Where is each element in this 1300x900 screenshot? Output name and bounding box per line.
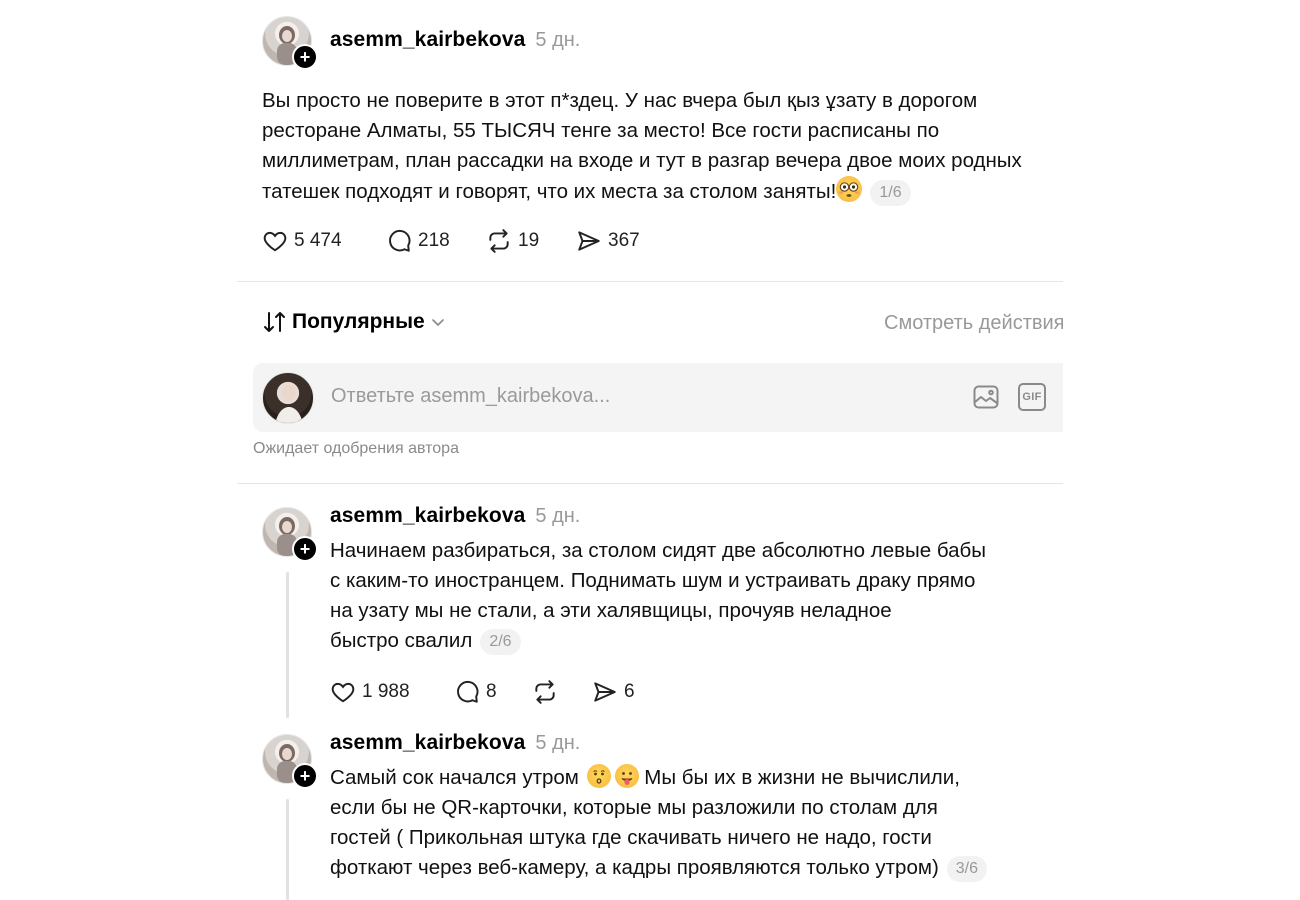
- post-header: asemm_kairbekova 5 дн.: [330, 28, 580, 52]
- sort-arrows-icon: [264, 312, 285, 332]
- comment-button[interactable]: 218: [386, 228, 486, 254]
- share-button[interactable]: 367: [576, 228, 640, 254]
- post-header: asemm_kairbekova 5 дн.: [330, 731, 580, 755]
- post-text-line: Начинаем разбираться, за столом сидят дв…: [330, 539, 986, 562]
- like-count: 1 988: [362, 681, 410, 702]
- thread-line: [286, 572, 289, 718]
- divider: [237, 281, 1063, 282]
- divider: [237, 483, 1063, 484]
- share-icon: [578, 231, 600, 251]
- post-header: asemm_kairbekova 5 дн.: [330, 504, 580, 528]
- post-text-line: на узату мы не стали, а эти халявщицы, п…: [330, 599, 892, 622]
- thread-counter: 3/6: [946, 855, 988, 882]
- gif-icon: GIF: [1022, 391, 1042, 403]
- user-avatar: [262, 372, 314, 424]
- sort-dropdown[interactable]: Популярные: [262, 310, 447, 334]
- heart-icon: [263, 231, 287, 252]
- post-actions: 5 474 218 19 367: [262, 228, 640, 254]
- follow-plus-icon[interactable]: +: [292, 44, 318, 70]
- post-text: Самый сок начался утром Мы бы их в жизни…: [330, 763, 1050, 883]
- attach-image-button[interactable]: [972, 383, 1000, 416]
- share-icon: [594, 682, 616, 702]
- post-actions: 1 988 8 6: [330, 679, 635, 705]
- flushed-emoji-icon: [836, 176, 863, 202]
- post-text-line: быстро свалил: [330, 629, 473, 652]
- reply-input[interactable]: Ответьте asemm_kairbekova...: [331, 385, 610, 408]
- thread-counter: 1/6: [870, 179, 911, 206]
- thread-line: [286, 799, 289, 900]
- post-text-line: фоткают через веб-камеру, а кадры проявл…: [330, 856, 939, 879]
- like-button[interactable]: 5 474: [262, 228, 386, 254]
- post-1: + asemm_kairbekova 5 дн. Вы просто не пов…: [0, 0, 1300, 280]
- post-text: Вы просто не поверите в этот п*здец. У н…: [262, 86, 1062, 207]
- repost-icon: [489, 229, 509, 253]
- kissing-emoji-icon: [586, 764, 611, 788]
- share-button[interactable]: 6: [592, 679, 635, 705]
- thread-counter: 2/6: [480, 628, 521, 655]
- like-count: 5 474: [294, 230, 342, 251]
- comment-count: 8: [486, 681, 497, 702]
- tongue-emoji-icon: [614, 764, 639, 788]
- post-text-line: гостей ( Прикольная штука где скачивать …: [330, 826, 932, 849]
- reply-composer[interactable]: Ответьте asemm_kairbekova... GIF: [253, 363, 1063, 432]
- comment-bubble-icon: [389, 229, 411, 252]
- post-time: 5 дн.: [535, 505, 581, 527]
- follow-plus-icon[interactable]: +: [292, 763, 318, 789]
- post-text-line: с каким-то иностранцем. Поднимать шум и …: [330, 569, 976, 592]
- gif-button[interactable]: GIF: [1018, 383, 1046, 411]
- share-count: 6: [624, 681, 635, 702]
- repost-button[interactable]: 19: [486, 228, 576, 254]
- share-count: 367: [608, 230, 640, 251]
- repost-button[interactable]: [532, 679, 592, 705]
- post-text-line: Мы бы их в жизни не вычислили,: [644, 766, 960, 789]
- username[interactable]: asemm_kairbekova: [330, 504, 525, 527]
- sort-label: Популярные: [292, 310, 425, 333]
- pending-approval-note: Ожидает одобрения автора: [253, 440, 459, 457]
- repost-icon: [535, 680, 555, 704]
- comment-bubble-icon: [457, 680, 479, 703]
- comment-count: 218: [418, 230, 450, 251]
- comment-button[interactable]: 8: [454, 679, 532, 705]
- post-text-line: если бы не QR-карточки, которые мы разло…: [330, 796, 938, 819]
- chevron-down-icon: [431, 319, 444, 327]
- follow-plus-icon[interactable]: +: [292, 536, 318, 562]
- post-time: 5 дн.: [535, 29, 581, 51]
- post-time: 5 дн.: [535, 732, 581, 754]
- username[interactable]: asemm_kairbekova: [330, 731, 525, 754]
- like-button[interactable]: 1 988: [330, 679, 454, 705]
- image-icon: [973, 385, 999, 409]
- repost-count: 19: [518, 230, 540, 251]
- username[interactable]: asemm_kairbekova: [330, 28, 525, 51]
- post-text: Начинаем разбираться, за столом сидят дв…: [330, 536, 1050, 656]
- heart-icon: [331, 682, 355, 703]
- post-text-line: Самый сок начался утром: [330, 766, 579, 789]
- view-activity-link[interactable]: Смотреть действия: [884, 312, 1063, 335]
